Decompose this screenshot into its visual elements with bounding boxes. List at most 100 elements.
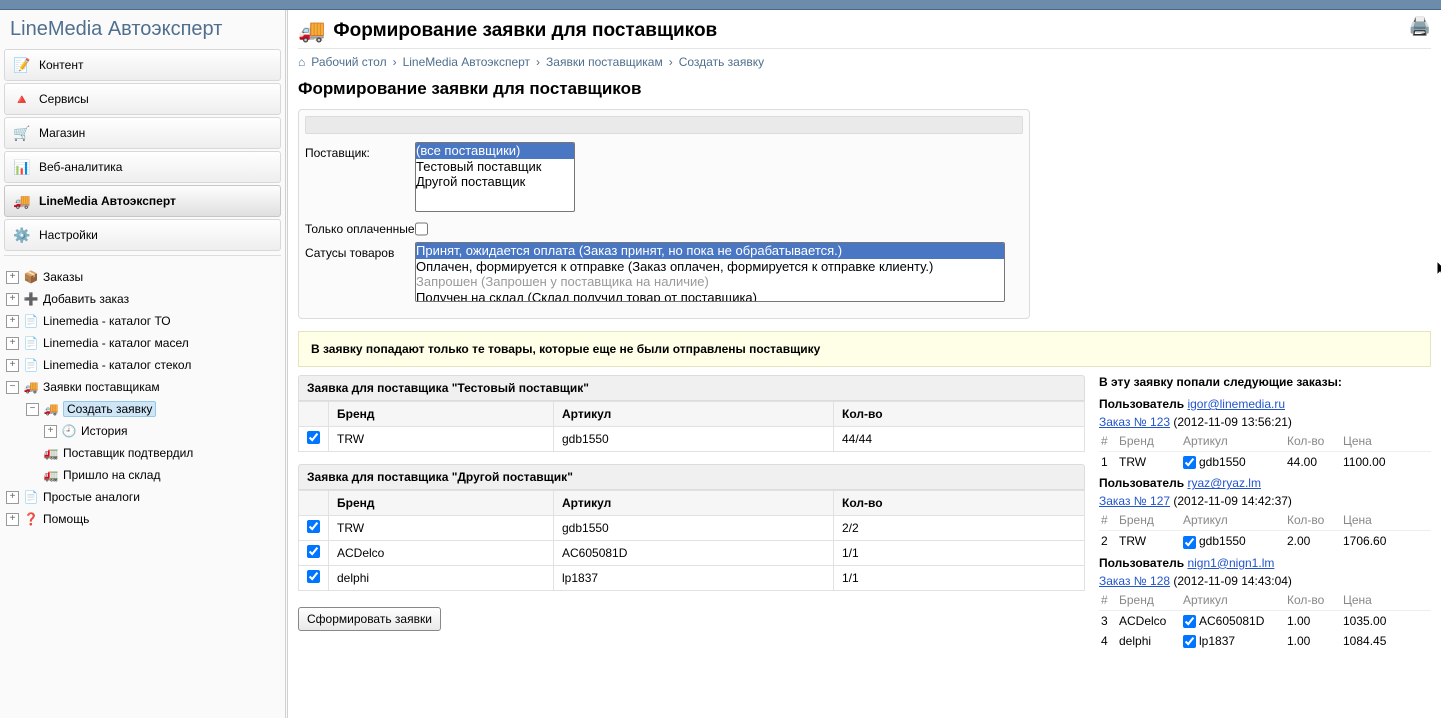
user-link[interactable]: ryaz@ryaz.lm — [1187, 476, 1261, 490]
right-title: В эту заявку попали следующие заказы: — [1099, 375, 1431, 389]
user-line: Пользователь igor@linemedia.ru — [1099, 397, 1431, 411]
breadcrumb-item[interactable]: Создать заявку — [679, 55, 764, 69]
menu-icon: 📝 — [13, 56, 31, 74]
side-menu-item[interactable]: 🚚LineMedia Автоэксперт — [4, 185, 281, 217]
cell: AC605081D — [554, 541, 834, 566]
tree-item[interactable]: 🚛Поставщик подтвердил — [4, 442, 281, 464]
cell: lp1837 — [554, 566, 834, 591]
tree-item[interactable]: +📄Linemedia - каталог стекол — [4, 354, 281, 376]
row-checkbox[interactable] — [307, 545, 320, 558]
tree-toggle[interactable]: + — [6, 359, 19, 372]
tree-icon: ❓ — [23, 511, 39, 527]
create-requests-button[interactable]: Сформировать заявки — [298, 607, 441, 631]
side-menu-item[interactable]: ⚙️Настройки — [4, 219, 281, 251]
tree-label: Создать заявку — [63, 401, 156, 417]
home-icon[interactable]: ⌂ — [298, 55, 305, 69]
tree-icon: 📄 — [23, 313, 39, 329]
mini-col-header: Бренд — [1117, 431, 1181, 452]
tree-toggle[interactable]: + — [6, 315, 19, 328]
tree-label: Добавить заказ — [43, 292, 129, 306]
tree-icon: 🕘 — [61, 423, 77, 439]
mini-col-header: Цена — [1341, 590, 1431, 611]
order-line: Заказ № 127 (2012-11-09 14:42:37) — [1099, 494, 1431, 508]
side-menu-item[interactable]: 🛒 Магазин — [4, 117, 281, 149]
tree-toggle[interactable]: + — [6, 337, 19, 350]
cell: gdb1550 — [554, 427, 834, 452]
side-menu-item[interactable]: 📊Веб-аналитика — [4, 151, 281, 183]
col-header: Кол-во — [834, 491, 1085, 516]
cell: gdb1550 — [554, 516, 834, 541]
menu-icon: 🔺 — [13, 90, 31, 108]
col-header: Кол-во — [834, 402, 1085, 427]
mini-checkbox[interactable] — [1183, 456, 1196, 469]
order-link[interactable]: Заказ № 128 — [1099, 574, 1170, 588]
tree-item[interactable]: 🚛Пришло на склад — [4, 464, 281, 486]
toolbar-strip — [305, 116, 1023, 134]
breadcrumb-item[interactable]: LineMedia Автоэксперт — [403, 55, 530, 69]
mini-col-header: # — [1099, 590, 1117, 611]
order-link[interactable]: Заказ № 123 — [1099, 415, 1170, 429]
tree-item[interactable]: −🚚Создать заявку — [4, 398, 281, 420]
menu-label: Веб-аналитика — [39, 160, 122, 174]
tree-toggle[interactable]: + — [6, 293, 19, 306]
paid-only-checkbox[interactable] — [415, 222, 428, 236]
table-row: TRWgdb155044/44 — [299, 427, 1085, 452]
tree-item[interactable]: +📄Простые аналоги — [4, 486, 281, 508]
tree-icon: ➕ — [23, 291, 39, 307]
tree-label: Заявки поставщикам — [43, 380, 160, 394]
supplier-select[interactable]: (все поставщики)Тестовый поставщикДругой… — [415, 142, 575, 212]
tree-label: Заказы — [43, 270, 83, 284]
menu-icon: 🛒 — [13, 124, 31, 142]
side-menu-item[interactable]: 🔺Сервисы — [4, 83, 281, 115]
top-bar — [0, 0, 1441, 10]
tree-icon: 🚛 — [43, 467, 59, 483]
tree-toggle[interactable]: − — [6, 381, 19, 394]
tree-toggle[interactable]: + — [6, 271, 19, 284]
tree-item[interactable]: +📦Заказы — [4, 266, 281, 288]
tree-toggle[interactable]: + — [44, 425, 57, 438]
row-checkbox[interactable] — [307, 570, 320, 583]
side-menu-item[interactable]: 📝Контент — [4, 49, 281, 81]
mini-checkbox[interactable] — [1183, 635, 1196, 648]
tree-icon: 📄 — [23, 335, 39, 351]
tree-item[interactable]: −🚚Заявки поставщикам — [4, 376, 281, 398]
tree-toggle[interactable]: − — [26, 403, 39, 416]
print-icon[interactable]: 🖨️ — [1409, 16, 1431, 37]
truck-icon: 🚚 — [298, 18, 325, 44]
mini-col-header: Артикул — [1181, 510, 1285, 531]
breadcrumb-item[interactable]: Рабочий стол — [311, 55, 386, 69]
tree-toggle[interactable]: + — [6, 513, 19, 526]
tree-label: Linemedia - каталог стекол — [43, 358, 191, 372]
mini-checkbox[interactable] — [1183, 536, 1196, 549]
col-header: Артикул — [554, 402, 834, 427]
statuses-select[interactable]: Принят, ожидается оплата (Заказ принят, … — [415, 242, 1005, 302]
mini-row: 1TRWgdb155044.001100.00 — [1099, 452, 1431, 473]
mini-col-header: Цена — [1341, 431, 1431, 452]
order-link[interactable]: Заказ № 127 — [1099, 494, 1170, 508]
tree-toggle[interactable]: + — [6, 491, 19, 504]
mini-col-header: Кол-во — [1285, 510, 1341, 531]
tree-item[interactable]: + ➕ Добавить заказ — [4, 288, 281, 310]
mini-col-header: Кол-во — [1285, 590, 1341, 611]
breadcrumb: ⌂ Рабочий стол › LineMedia Автоэксперт ›… — [298, 55, 1431, 69]
section-title: Формирование заявки для поставщиков — [298, 79, 1431, 99]
cell: TRW — [329, 516, 554, 541]
mini-col-header: Бренд — [1117, 590, 1181, 611]
tree-label: Linemedia - каталог масел — [43, 336, 189, 350]
cell: 1/1 — [834, 541, 1085, 566]
user-link[interactable]: igor@linemedia.ru — [1187, 397, 1285, 411]
tree-item[interactable]: +❓Помощь — [4, 508, 281, 530]
tree-item[interactable]: +🕘История — [4, 420, 281, 442]
mini-checkbox[interactable] — [1183, 615, 1196, 628]
tree-icon: 🚚 — [43, 401, 59, 417]
tree-item[interactable]: + 📄 Linemedia - каталог ТО — [4, 310, 281, 332]
tree-item[interactable]: + 📄 Linemedia - каталог масел — [4, 332, 281, 354]
user-link[interactable]: nign1@nign1.lm — [1187, 556, 1274, 570]
breadcrumb-item[interactable]: Заявки поставщикам — [546, 55, 663, 69]
menu-label: Магазин — [39, 126, 85, 140]
filters-panel: Поставщик: (все поставщики)Тестовый пост… — [298, 109, 1030, 319]
mini-row: 3ACDelcoAC605081D1.001035.00 — [1099, 610, 1431, 631]
row-checkbox[interactable] — [307, 431, 320, 444]
tree-label: Linemedia - каталог ТО — [43, 314, 171, 328]
row-checkbox[interactable] — [307, 520, 320, 533]
